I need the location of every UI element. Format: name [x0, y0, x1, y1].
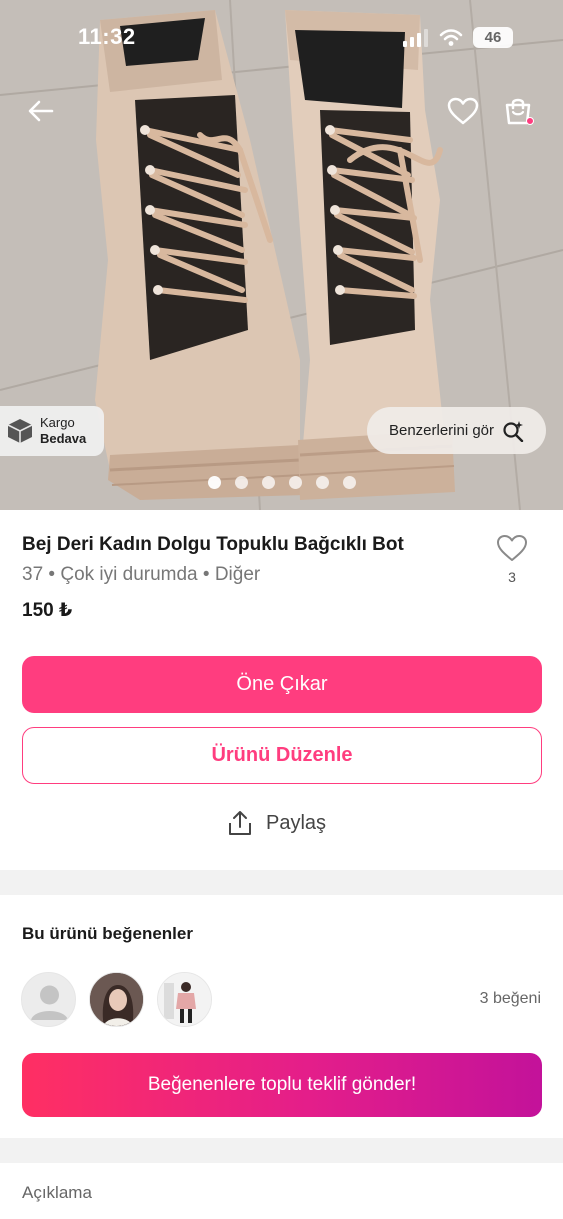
- carousel-dot[interactable]: [208, 476, 221, 489]
- signal-icon: [403, 28, 428, 47]
- cart-notification-dot: [526, 117, 534, 125]
- see-similar-label: Benzerlerini gör: [388, 422, 495, 439]
- package-icon: [7, 419, 33, 443]
- user-photo: [158, 973, 211, 1026]
- carousel-dot[interactable]: [343, 476, 356, 489]
- avatar[interactable]: [21, 972, 76, 1027]
- cargo-label: Kargo: [40, 415, 75, 430]
- promote-button[interactable]: Öne Çıkar: [22, 656, 542, 713]
- product-meta: 37 • Çok iyi durumda • Diğer: [22, 564, 261, 585]
- carousel-dot[interactable]: [316, 476, 329, 489]
- cart-button[interactable]: [499, 92, 537, 130]
- carousel-dot[interactable]: [262, 476, 275, 489]
- heart-icon: [447, 97, 479, 125]
- product-title: Bej Deri Kadın Dolgu Topuklu Bağcıklı Bo…: [22, 534, 404, 555]
- like-button[interactable]: 3: [494, 534, 530, 585]
- carousel-dot[interactable]: [289, 476, 302, 489]
- visual-search-icon: [503, 420, 524, 442]
- status-time: 11:32: [78, 24, 136, 49]
- section-divider: [0, 870, 563, 895]
- likes-total: 3 beğeni: [479, 990, 541, 1007]
- edit-product-button[interactable]: Ürünü Düzenle: [22, 727, 542, 784]
- description-title: Açıklama: [22, 1183, 92, 1202]
- share-button[interactable]: Paylaş: [228, 810, 326, 836]
- share-label: Paylaş: [266, 811, 327, 834]
- bulk-offer-button[interactable]: Beğenenlere toplu teklif gönder!: [22, 1053, 542, 1117]
- see-similar-button[interactable]: Benzerlerini gör: [367, 407, 546, 454]
- user-photo: [90, 973, 143, 1026]
- status-bar: 11:32 46: [0, 0, 563, 70]
- arrow-left-icon: [28, 100, 54, 122]
- wifi-icon: [439, 28, 463, 46]
- user-placeholder-icon: [31, 985, 68, 1020]
- likers-section-title: Bu ürünü beğenenler: [22, 924, 193, 943]
- product-price: 150 ₺: [22, 600, 73, 621]
- favorite-button[interactable]: [444, 92, 482, 130]
- carousel-dot[interactable]: [235, 476, 248, 489]
- battery-indicator: 46: [473, 27, 513, 48]
- share-icon: [229, 811, 251, 835]
- avatar[interactable]: [157, 972, 212, 1027]
- product-image-carousel[interactable]: 11:32 46 Kargo Bedava Benzerlerini gör: [0, 0, 563, 510]
- free-shipping-badge: Kargo Bedava: [0, 406, 104, 456]
- carousel-indicator: [208, 476, 356, 489]
- like-count: 3: [508, 569, 516, 585]
- free-label: Bedava: [40, 431, 87, 446]
- section-divider: [0, 1138, 563, 1163]
- heart-outline-icon: [497, 535, 527, 561]
- avatar[interactable]: [89, 972, 144, 1027]
- status-icons: 46: [403, 27, 513, 48]
- back-button[interactable]: [22, 92, 60, 130]
